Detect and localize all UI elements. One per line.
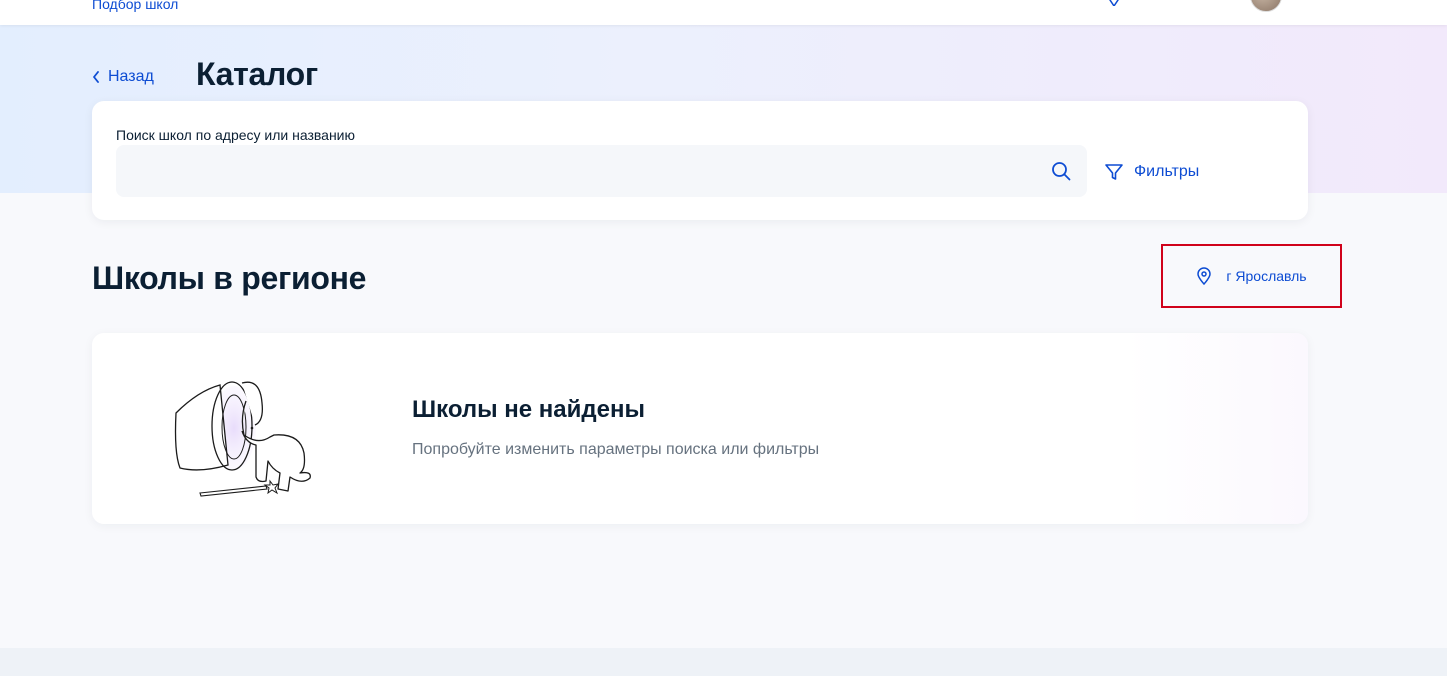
search-icon[interactable] <box>1051 161 1071 181</box>
region-label: г Ярославль <box>1226 268 1307 284</box>
footer-band <box>0 648 1447 676</box>
map-pin-icon <box>1197 267 1212 285</box>
search-label: Поиск школ по адресу или названию <box>116 127 356 143</box>
search-input[interactable] <box>116 145 1087 197</box>
chevron-left-icon <box>93 71 99 83</box>
search-card: Поиск школ по адресу или названию Фильтр… <box>92 101 1308 220</box>
map-pin-icon[interactable] <box>1108 0 1120 6</box>
avatar[interactable] <box>1250 0 1282 12</box>
breadcrumb-link[interactable]: Подбор школ <box>92 0 178 13</box>
top-navigation-bar: Подбор школ <box>0 0 1447 25</box>
funnel-icon <box>1105 164 1123 180</box>
empty-state-card: Школы не найдены Попробуйте изменить пар… <box>92 333 1308 524</box>
filters-button[interactable]: Фильтры <box>1104 161 1199 183</box>
back-button-label: Назад <box>108 68 154 85</box>
page-title: Каталог <box>196 56 318 92</box>
empty-state-title: Школы не найдены <box>412 396 645 423</box>
magic-hat-rabbit-illustration <box>174 381 311 497</box>
section-title: Школы в регионе <box>92 260 367 296</box>
region-selector-button[interactable]: г Ярославль <box>1161 244 1342 308</box>
back-button[interactable]: Назад <box>92 67 154 87</box>
filters-button-label: Фильтры <box>1134 163 1200 180</box>
search-field <box>116 145 1087 197</box>
empty-state-text: Попробуйте изменить параметры поиска или… <box>412 441 820 458</box>
